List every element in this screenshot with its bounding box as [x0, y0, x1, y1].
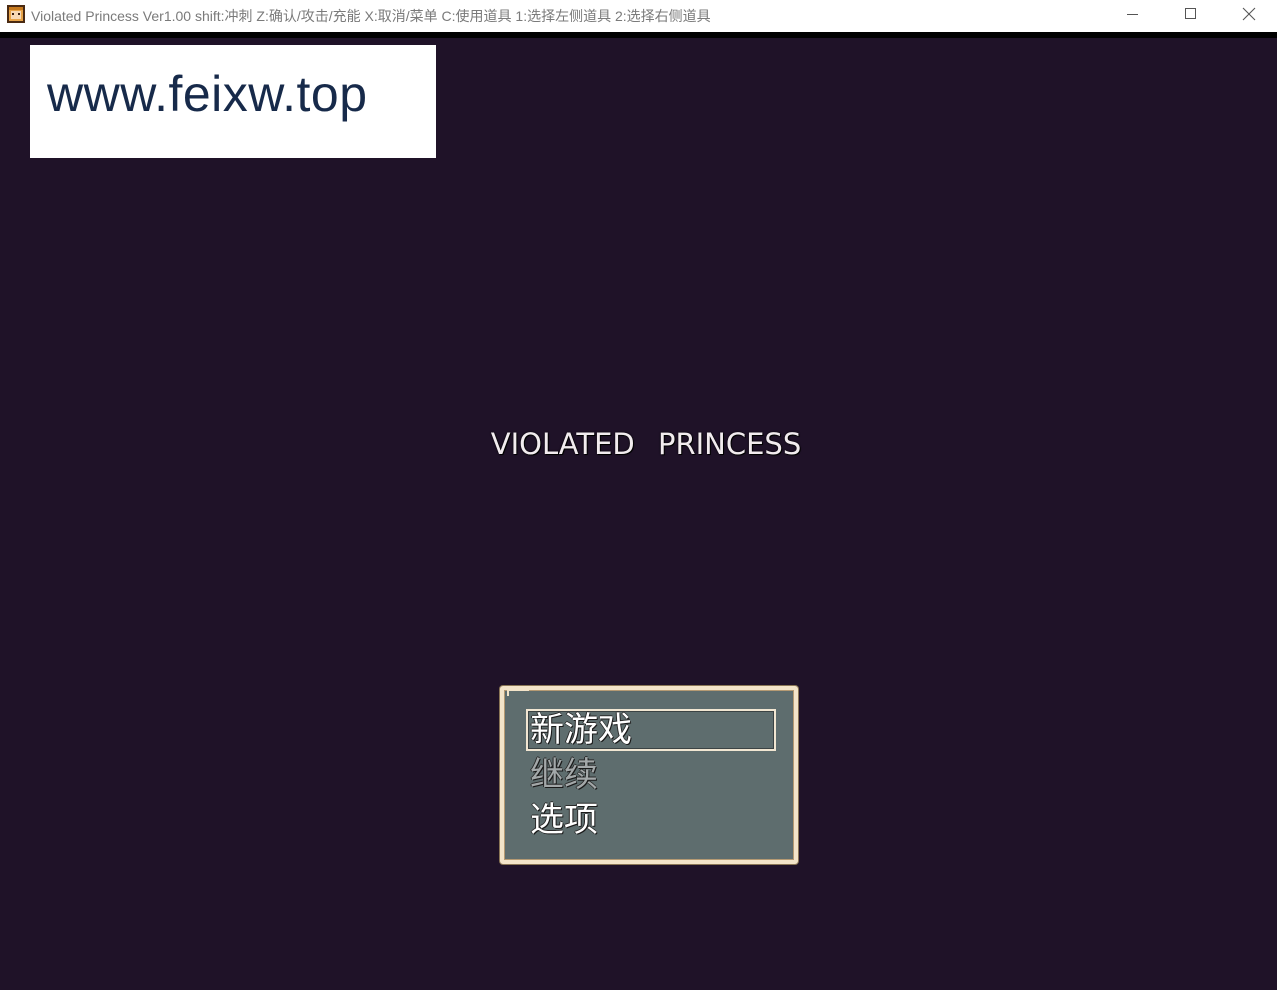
minimize-button[interactable]	[1103, 0, 1161, 30]
game-window: Violated Princess Ver1.00 shift:冲刺 Z:确认/…	[0, 0, 1277, 990]
game-title: VIOLATED PRINCESS	[490, 427, 802, 461]
maximize-button[interactable]	[1161, 0, 1219, 30]
menu-item-options[interactable]: 选项	[526, 799, 776, 841]
app-icon	[7, 5, 25, 23]
game-screen[interactable]: www.feixw.top VIOLATED PRINCESS 新游戏 继续 选…	[0, 38, 1277, 990]
maximize-icon	[1185, 8, 1196, 19]
close-button[interactable]	[1219, 0, 1277, 30]
window-title: Violated Princess Ver1.00 shift:冲刺 Z:确认/…	[31, 8, 711, 24]
window-corner-ornament	[507, 689, 529, 696]
menu-item-continue[interactable]: 继续	[526, 754, 776, 796]
watermark-text: www.feixw.top	[47, 66, 368, 122]
menu-item-new-game[interactable]: 新游戏	[526, 709, 776, 751]
title-command-window: 新游戏 继续 选项	[500, 686, 798, 864]
close-icon	[1242, 7, 1256, 21]
watermark-banner: www.feixw.top	[30, 45, 436, 158]
title-bar[interactable]: Violated Princess Ver1.00 shift:冲刺 Z:确认/…	[0, 0, 1277, 32]
minimize-icon	[1127, 14, 1138, 15]
